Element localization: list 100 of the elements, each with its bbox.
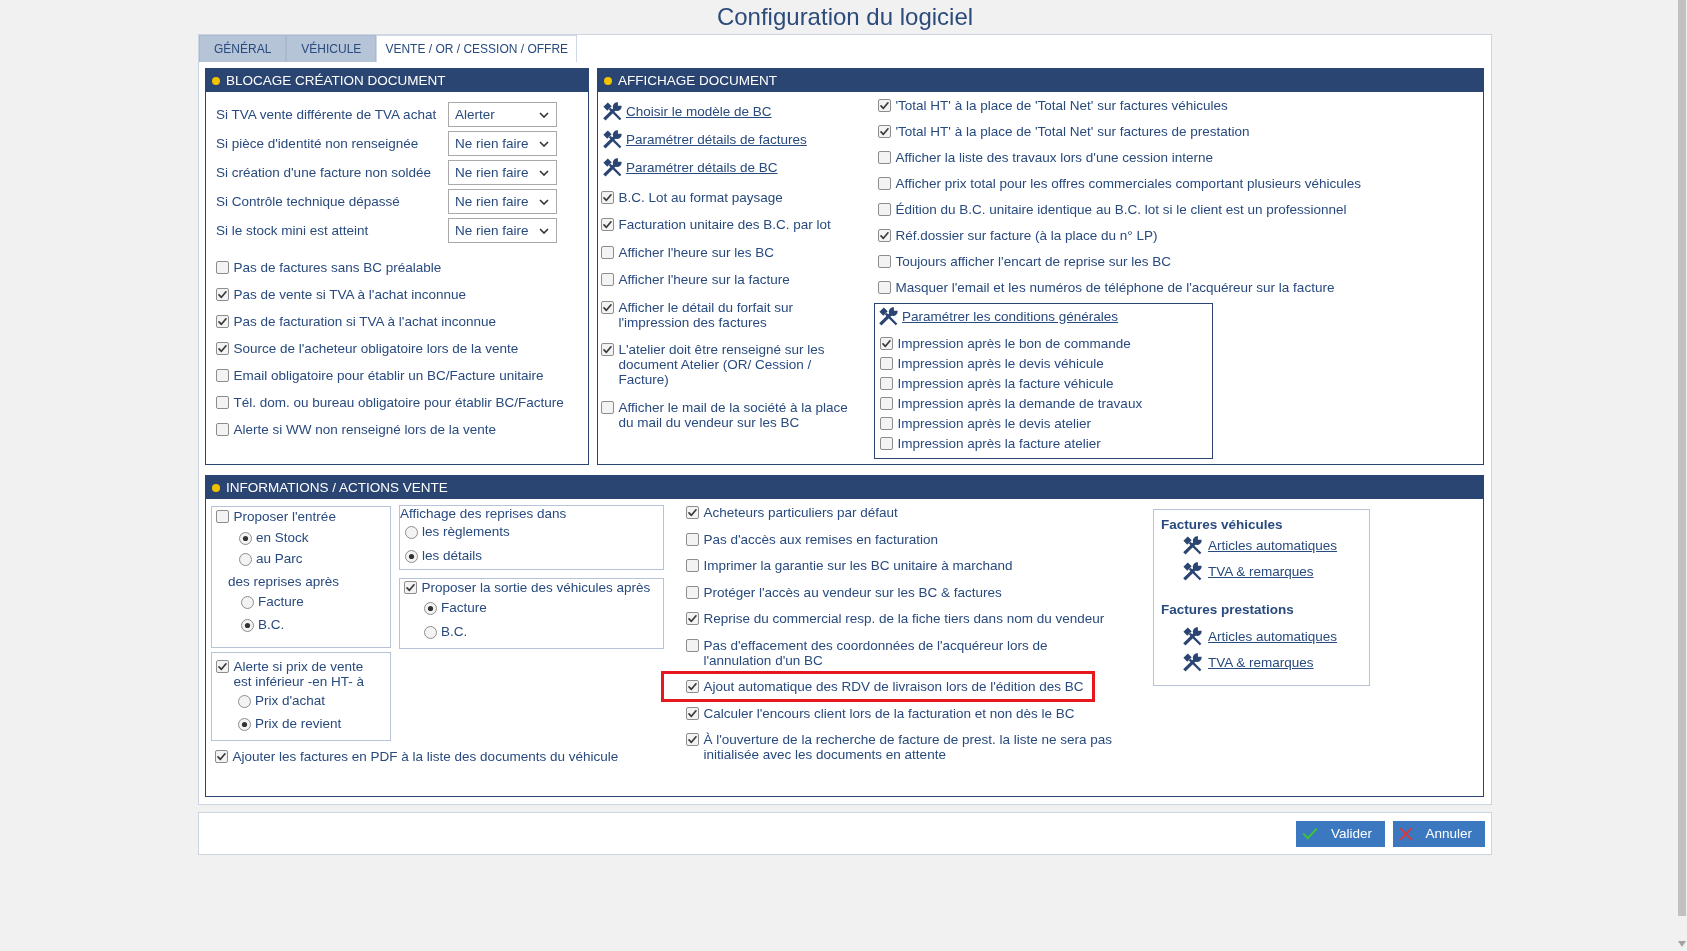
dropdown[interactable]: Alerter	[448, 102, 557, 127]
checkbox[interactable]	[216, 341, 229, 355]
scrollbar-thumb[interactable]	[1678, 0, 1686, 916]
checkbox[interactable]	[686, 532, 699, 546]
checkbox-label: Proposer l'entrée	[233, 509, 336, 524]
validate-button[interactable]: Valider	[1296, 820, 1385, 847]
checkbox-label: Pas d'accès aux remises en facturation	[703, 531, 938, 547]
radio-button[interactable]	[238, 694, 251, 708]
checkbox[interactable]	[880, 396, 893, 410]
text-link[interactable]: Paramétrer détails de BC	[626, 160, 778, 175]
checkbox[interactable]	[601, 218, 614, 231]
dropdown[interactable]: Ne rien faire	[448, 131, 557, 156]
radio-button[interactable]	[241, 595, 254, 609]
bullet-dot-icon	[604, 76, 612, 85]
checkbox[interactable]	[601, 245, 614, 259]
radio-button[interactable]	[424, 601, 437, 615]
rule-label: Si Contrôle technique dépassé	[216, 194, 401, 209]
bullet-dot-icon	[212, 76, 220, 85]
checkbox[interactable]	[216, 510, 229, 523]
checkbox-label: Impression après la facture atelier	[897, 435, 1101, 451]
checkbox[interactable]	[601, 400, 614, 414]
radio-button[interactable]	[239, 531, 252, 545]
checkbox[interactable]	[686, 506, 699, 519]
checkbox-label: Afficher l'heure sur la facture	[618, 272, 790, 287]
checkbox[interactable]	[216, 260, 229, 274]
checkbox-label: Pas de factures sans BC préalable	[233, 259, 442, 275]
rule-label: Si le stock mini est atteint	[216, 223, 370, 238]
radio-button[interactable]	[238, 717, 251, 731]
checkbox[interactable]	[686, 638, 699, 652]
radio-button[interactable]	[241, 618, 254, 632]
chevron-down-icon	[539, 111, 549, 118]
checkbox[interactable]	[878, 254, 891, 268]
text-link[interactable]: Articles automatiques	[1208, 628, 1338, 644]
checkbox[interactable]	[686, 612, 699, 625]
text-link[interactable]: Paramétrer détails de factures	[626, 132, 807, 147]
checkbox[interactable]	[878, 202, 891, 216]
checkbox[interactable]	[216, 287, 229, 301]
checkbox-label: Afficher prix total pour les offres commerciales comportant plusieurs véhicules	[895, 175, 1361, 191]
radio-button[interactable]	[424, 625, 437, 639]
checkbox[interactable]	[404, 580, 417, 594]
checkbox[interactable]	[878, 98, 891, 112]
checkbox-label: Protéger l'accès au vendeur sur les BC & factures	[703, 584, 1002, 600]
caret-down-icon[interactable]	[1678, 941, 1686, 947]
checkbox[interactable]	[878, 150, 891, 164]
chevron-down-icon	[539, 140, 549, 147]
tab[interactable]: VENTE / OR / CESSION / OFFRE	[376, 35, 578, 62]
text-link[interactable]: Paramétrer les conditions générales	[902, 308, 1119, 324]
checkbox-label: Source de l'acheteur obligatoire lors de la vente	[233, 340, 519, 356]
checkbox-label: Tél. dom. ou bureau obligatoire pour établir BC/Facture	[233, 394, 564, 410]
tab[interactable]: VÉHICULE	[286, 35, 377, 62]
radio-button[interactable]	[405, 549, 418, 563]
checkbox[interactable]	[686, 706, 699, 720]
checkbox-label: Impression après la facture véhicule	[897, 375, 1114, 391]
text-link[interactable]: TVA & remarques	[1208, 654, 1314, 670]
radio-button[interactable]	[405, 525, 418, 539]
checkbox[interactable]	[880, 436, 893, 450]
checkbox[interactable]	[686, 680, 699, 693]
text-link[interactable]: Choisir le modèle de BC	[626, 104, 772, 119]
radio-label: les détails	[422, 548, 483, 564]
checkbox[interactable]	[216, 422, 229, 436]
checkbox[interactable]	[601, 190, 614, 204]
checkbox[interactable]	[601, 300, 614, 314]
section-title: BLOCAGE CRÉATION DOCUMENT	[226, 73, 446, 88]
checkbox[interactable]	[601, 343, 614, 356]
checkbox[interactable]	[216, 395, 229, 409]
dropdown[interactable]: Ne rien faire	[448, 160, 557, 185]
dropdown[interactable]: Ne rien faire	[448, 218, 557, 243]
chevron-down-icon	[539, 198, 549, 205]
checkbox-label: Pas de vente si TVA à l'achat inconnue	[233, 286, 466, 302]
tools-icon	[603, 102, 622, 121]
cancel-button[interactable]: Annuler	[1392, 820, 1485, 847]
radio-button[interactable]	[239, 552, 252, 566]
checkbox-label: Proposer la sortie des véhicules après	[421, 579, 651, 595]
tab[interactable]: GÉNÉRAL	[199, 35, 287, 62]
checkbox[interactable]	[216, 368, 229, 382]
window-title: Configuration du logiciel	[716, 3, 974, 30]
checkbox[interactable]	[215, 749, 228, 763]
checkbox[interactable]	[878, 124, 891, 138]
checkbox-label: Réf.dossier sur facture (à la place du n° LP)	[895, 227, 1158, 243]
text-link[interactable]: Articles automatiques	[1208, 537, 1338, 553]
checkbox-label: Afficher le détail du forfait sur l'impression des factures	[618, 299, 795, 330]
dropdown[interactable]: Ne rien faire	[448, 189, 557, 214]
checkbox-label: Afficher le mail de la société à la place du mail du vendeur sur les BC	[618, 399, 849, 430]
checkbox[interactable]	[878, 228, 891, 242]
tools-icon	[1183, 652, 1202, 672]
checkbox[interactable]	[686, 559, 699, 572]
checkbox[interactable]	[878, 280, 891, 294]
checkbox[interactable]	[216, 314, 229, 328]
group-heading: Factures prestations	[1161, 602, 1294, 617]
checkbox[interactable]	[878, 176, 891, 190]
checkbox[interactable]	[686, 733, 699, 746]
checkbox[interactable]	[216, 659, 229, 673]
radio-label: Prix de revient	[255, 716, 342, 732]
checkbox[interactable]	[880, 376, 893, 390]
checkbox[interactable]	[880, 416, 893, 430]
checkbox[interactable]	[880, 356, 893, 370]
checkbox[interactable]	[880, 336, 893, 350]
checkbox[interactable]	[686, 585, 699, 599]
text-link[interactable]: TVA & remarques	[1208, 563, 1314, 579]
checkbox[interactable]	[601, 273, 614, 286]
